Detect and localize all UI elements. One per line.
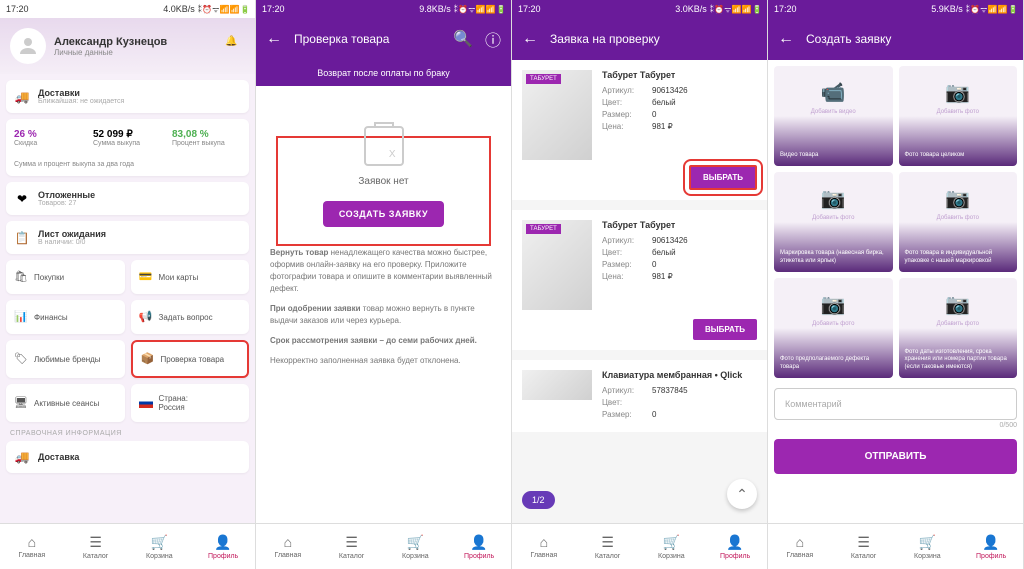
- upload-photo-full[interactable]: 📷Добавить фотоФото товара целиком: [899, 66, 1018, 166]
- product-card: Клавиатура мембранная • Qlick Артикул:57…: [512, 360, 767, 432]
- grid-cards[interactable]: 💳Мои карты: [131, 260, 250, 294]
- home-icon: ⌂: [28, 534, 36, 550]
- profile-header: Александр Кузнецов Личные данные 🔔: [0, 18, 255, 74]
- bottom-nav: ⌂Главная ☰Каталог 🛒Корзина 👤Профиль: [768, 523, 1023, 569]
- app-bar: ← Заявка на проверку: [512, 18, 767, 60]
- bottom-nav: ⌂Главная ☰Каталог 🛒Корзина 👤Профиль: [0, 523, 255, 569]
- back-icon[interactable]: ←: [266, 30, 282, 48]
- select-button[interactable]: ВЫБРАТЬ: [693, 319, 757, 340]
- grid-check-product[interactable]: 📦Проверка товара: [131, 340, 250, 378]
- nav-home[interactable]: ⌂Главная: [0, 524, 64, 569]
- product-card: ТАБУРЕТ Табурет Табурет Артикул:90613426…: [512, 60, 767, 200]
- empty-box-icon: [364, 126, 404, 166]
- product-card: ТАБУРЕТ Табурет Табурет Артикул:90613426…: [512, 210, 767, 350]
- ref-delivery[interactable]: 🚚Доставка: [6, 441, 249, 473]
- status-bar: 17:20 5.9KB/s⁑ ⏰ ᯤ 📶 📶 🔋: [768, 0, 1023, 18]
- nav-profile[interactable]: 👤Профиль: [191, 524, 255, 569]
- nav-profile[interactable]: 👤Профиль: [959, 524, 1023, 569]
- delivery-card[interactable]: 🚚ДоставкиБлижайшая: не ожидается: [6, 80, 249, 113]
- info-icon[interactable]: ⓘ: [485, 27, 501, 51]
- comment-input[interactable]: Комментарий: [774, 388, 1017, 420]
- upload-photo-defect[interactable]: 📷Добавить фотоФото предполагаемого дефек…: [774, 278, 893, 378]
- deferred-card[interactable]: ❤ОтложенныеТоваров: 27: [6, 182, 249, 215]
- product-image: ТАБУРЕТ: [522, 70, 592, 160]
- product-list[interactable]: ТАБУРЕТ Табурет Табурет Артикул:90613426…: [512, 60, 767, 523]
- profile-icon: 👤: [214, 534, 231, 551]
- scroll-up-button[interactable]: ⌃: [727, 479, 757, 509]
- product-image: [522, 370, 592, 400]
- bell-icon[interactable]: 🔔: [225, 36, 245, 56]
- upload-grid: 📹Добавить видеоВидео товара 📷Добавить фо…: [774, 66, 1017, 378]
- grid-question[interactable]: 📢Задать вопрос: [131, 300, 250, 334]
- grid-purchases[interactable]: 🛍Покупки: [6, 260, 125, 294]
- truck-icon: 🚚: [14, 89, 30, 105]
- app-bar: ← Проверка товара 🔍 ⓘ: [256, 18, 511, 60]
- truck-icon: 🚚: [14, 449, 30, 465]
- grid-country[interactable]: Страна: Россия: [131, 384, 250, 422]
- flag-russia-icon: [139, 398, 153, 408]
- status-bar: 17:20 9.8KB/s⁑ ⏰ ᯤ 📶 📶 🔋: [256, 0, 511, 18]
- cart-icon: 🛒: [151, 534, 168, 551]
- app-bar-title: Проверка товара: [294, 32, 441, 46]
- nav-home[interactable]: ⌂Главная: [768, 524, 832, 569]
- tab-return[interactable]: Возврат после оплаты по браку: [256, 60, 511, 86]
- camera-icon: 📷: [821, 186, 846, 211]
- char-count: 0/500: [774, 422, 1017, 429]
- screen-profile: 17:20 4.0KB/s⁑ ⏰ ᯤ 📶 📶 🔋 Александр Кузне…: [0, 0, 256, 569]
- nav-cart[interactable]: 🛒Корзина: [384, 524, 448, 569]
- app-bar: ← Создать заявку: [768, 18, 1023, 60]
- status-bar: 17:20 3.0KB/s⁑ ⏰ ᯤ 📶 📶 🔋: [512, 0, 767, 18]
- product-image: ТАБУРЕТ: [522, 220, 592, 310]
- pager[interactable]: 1/2: [522, 491, 555, 509]
- select-button[interactable]: ВЫБРАТЬ: [689, 165, 757, 190]
- upload-photo-package[interactable]: 📷Добавить фотоФото товара в индивидуальн…: [899, 172, 1018, 272]
- menu-grid: 🛍Покупки 💳Мои карты 📊Финансы 📢Задать воп…: [6, 260, 249, 422]
- camera-icon: 📷: [945, 292, 970, 317]
- status-bar: 17:20 4.0KB/s⁑ ⏰ ᯤ 📶 📶 🔋: [0, 0, 255, 18]
- nav-profile[interactable]: 👤Профиль: [703, 524, 767, 569]
- ref-section-label: СПРАВОЧНАЯ ИНФОРМАЦИЯ: [6, 422, 249, 441]
- info-text: Вернуть товар ненадлежащего качества мож…: [270, 247, 497, 367]
- back-icon[interactable]: ←: [522, 30, 538, 48]
- nav-profile[interactable]: 👤Профиль: [447, 524, 511, 569]
- user-sub[interactable]: Личные данные: [54, 48, 217, 57]
- catalog-icon: ☰: [89, 534, 102, 551]
- nav-cart[interactable]: 🛒Корзина: [896, 524, 960, 569]
- nav-catalog[interactable]: ☰Каталог: [576, 524, 640, 569]
- screen-request: 17:20 3.0KB/s⁑ ⏰ ᯤ 📶 📶 🔋 ← Заявка на про…: [512, 0, 768, 569]
- app-bar-title: Заявка на проверку: [550, 32, 757, 46]
- nav-cart[interactable]: 🛒Корзина: [640, 524, 704, 569]
- submit-button[interactable]: ОТПРАВИТЬ: [774, 439, 1017, 474]
- screen-check-product: 17:20 9.8KB/s⁑ ⏰ ᯤ 📶 📶 🔋 ← Проверка това…: [256, 0, 512, 569]
- screen-create-request: 17:20 5.9KB/s⁑ ⏰ ᯤ 📶 📶 🔋 ← Создать заявк…: [768, 0, 1024, 569]
- grid-brands[interactable]: 🏷Любимые бренды: [6, 340, 125, 378]
- user-name: Александр Кузнецов: [54, 36, 217, 48]
- bottom-nav: ⌂Главная ☰Каталог 🛒Корзина 👤Профиль: [256, 523, 511, 569]
- upload-photo-date[interactable]: 📷Добавить фотоФото даты изготовления, ср…: [899, 278, 1018, 378]
- grid-sessions[interactable]: 🖥Активные сеансы: [6, 384, 125, 422]
- upload-video[interactable]: 📹Добавить видеоВидео товара: [774, 66, 893, 166]
- camera-icon: 📷: [945, 80, 970, 105]
- nav-cart[interactable]: 🛒Корзина: [128, 524, 192, 569]
- status-time: 17:20: [6, 4, 29, 14]
- upload-photo-label[interactable]: 📷Добавить фотоМаркировка товара (навесна…: [774, 172, 893, 272]
- camera-icon: 📷: [945, 186, 970, 211]
- camera-icon: 📷: [821, 292, 846, 317]
- nav-catalog[interactable]: ☰Каталог: [64, 524, 128, 569]
- nav-catalog[interactable]: ☰Каталог: [832, 524, 896, 569]
- bottom-nav: ⌂Главная ☰Каталог 🛒Корзина 👤Профиль: [512, 523, 767, 569]
- video-icon: 📹: [821, 80, 846, 105]
- heart-icon: ❤: [14, 191, 30, 207]
- grid-finance[interactable]: 📊Финансы: [6, 300, 125, 334]
- waitlist-card[interactable]: 📋Лист ожиданияВ наличии: 0/0: [6, 221, 249, 254]
- app-bar-title: Создать заявку: [806, 32, 1013, 46]
- search-icon[interactable]: 🔍: [453, 29, 473, 49]
- nav-home[interactable]: ⌂Главная: [256, 524, 320, 569]
- nav-catalog[interactable]: ☰Каталог: [320, 524, 384, 569]
- stats-card[interactable]: 26 %Скидка 52 099 ₽Сумма выкупа 83,08 %П…: [6, 119, 249, 176]
- nav-home[interactable]: ⌂Главная: [512, 524, 576, 569]
- avatar[interactable]: [10, 28, 46, 64]
- list-icon: 📋: [14, 230, 30, 246]
- back-icon[interactable]: ←: [778, 30, 794, 48]
